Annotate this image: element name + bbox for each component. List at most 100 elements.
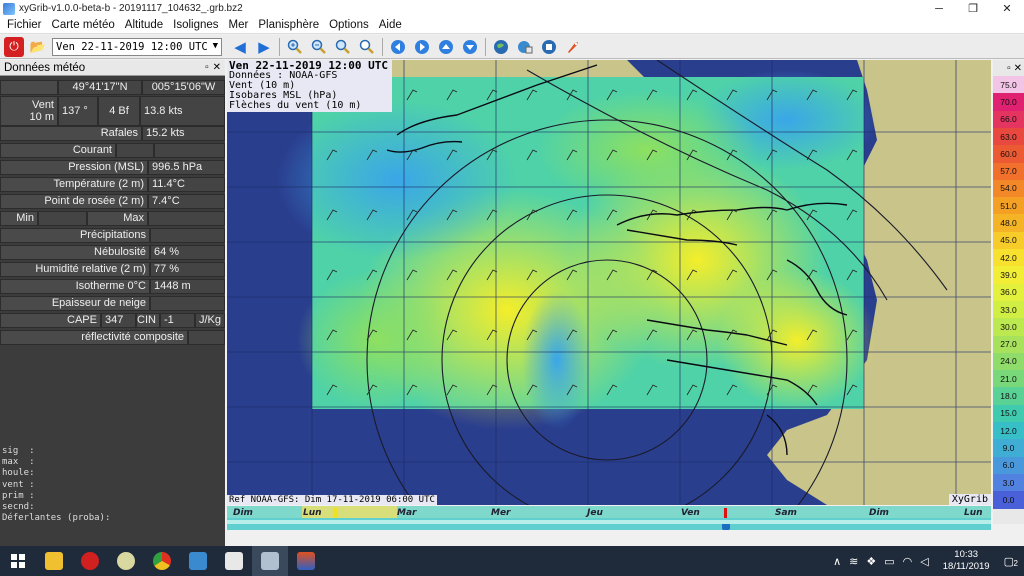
pressure-row: Pression (MSL) 996.5 hPa — [0, 159, 225, 175]
app-icon — [3, 2, 15, 15]
color-scale-panel: ▫ ✕ 75.0 70.0 66.0 63.0 60.0 57.0 54.0 51.0 48.0… — [993, 60, 1024, 524]
color-scale-swatch: 6.0 — [993, 456, 1024, 474]
color-scale-header: ▫ ✕ — [993, 60, 1024, 76]
app-blue-icon[interactable] — [180, 546, 216, 576]
max-value — [148, 210, 225, 226]
current-row: Courant — [0, 142, 225, 158]
notepad-icon[interactable] — [216, 546, 252, 576]
current-value-2 — [154, 142, 225, 158]
maximize-button[interactable]: ❐ — [956, 0, 990, 17]
pan-left-icon[interactable] — [388, 37, 408, 57]
menu-carte-meteo[interactable]: Carte météo — [47, 19, 120, 31]
next-icon[interactable]: ▶ — [254, 37, 274, 57]
battery-icon[interactable]: ▭ — [880, 555, 898, 568]
color-scale-close-button[interactable]: ✕ — [1014, 63, 1022, 74]
date-select[interactable]: Ven 22-11-2019 12:00 UTC ▼ — [52, 37, 222, 56]
tray-expand-button[interactable]: ∧ — [829, 555, 845, 568]
wifi-icon[interactable]: ◠ — [899, 555, 917, 568]
pan-right-icon[interactable] — [412, 37, 432, 57]
isotherm-row: Isotherme 0°C 1448 m — [0, 278, 225, 294]
gust-row: Rafales 15.2 kts — [0, 125, 225, 141]
isotherm-label: Isotherme 0°C — [0, 278, 150, 294]
panel-header: Données météo ▫ ✕ — [0, 60, 225, 76]
wind-label: Vent 10 m — [0, 96, 58, 126]
map-canvas[interactable] — [227, 60, 991, 505]
chrome-icon[interactable] — [144, 546, 180, 576]
wind-field-blob — [717, 270, 877, 410]
download-icon[interactable] — [515, 37, 535, 57]
color-scale-float-button[interactable]: ▫ — [1007, 63, 1011, 74]
pressure-label: Pression (MSL) — [0, 159, 148, 175]
weather-map[interactable]: Ven 22-11-2019 12:00 UTC Données : NOAA-… — [227, 60, 991, 505]
menu-altitude[interactable]: Altitude — [120, 19, 168, 31]
time-slider[interactable]: Dim Lun Mar Mer Jeu Ven Sam Dim Lun — [227, 506, 991, 530]
clock-app-icon[interactable] — [108, 546, 144, 576]
zoom-all-icon[interactable] — [357, 37, 377, 57]
windows-taskbar: ∧ ≋ ❖ ▭ ◠ ◁ 10:33 18/11/2019 ▢ 2 — [0, 546, 1024, 576]
dewpoint-label: Point de rosée (2 m) — [0, 193, 148, 209]
weather-data-panel: Données météo ▫ ✕ 49°41'17"N 005°15'06"W… — [0, 60, 225, 546]
timeline-day: Jeu — [587, 508, 603, 518]
clock[interactable]: 10:33 18/11/2019 — [933, 549, 1000, 573]
menu-options[interactable]: Options — [324, 19, 374, 31]
color-scale-swatch: 63.0 — [993, 127, 1024, 146]
precipitation-row: Précipitations — [0, 227, 225, 243]
timeline-ref-marker — [334, 508, 337, 518]
reference-run-label: Ref NOAA-GFS: Dim 17-11-2019 06:00 UTC — [227, 495, 437, 505]
snow-value — [150, 295, 225, 311]
color-scale-swatch: 0.0 — [993, 491, 1024, 509]
menu-aide[interactable]: Aide — [374, 19, 407, 31]
timeline-day: Sam — [775, 508, 797, 518]
zoom-in-icon[interactable] — [285, 37, 305, 57]
power-icon[interactable]: ⏻ — [4, 36, 24, 57]
menu-fichier[interactable]: Fichier — [2, 19, 47, 31]
menu-mer[interactable]: Mer — [224, 19, 254, 31]
dropbox-icon[interactable]: ❖ — [862, 555, 880, 568]
server-icon[interactable] — [539, 37, 559, 57]
panel-close-button[interactable]: ✕ — [213, 62, 221, 73]
minimize-button[interactable]: ─ — [922, 0, 956, 17]
pressure-value: 996.5 hPa — [148, 159, 225, 175]
close-button[interactable]: ✕ — [990, 0, 1024, 17]
xygrib-task-icon[interactable] — [252, 546, 288, 576]
menu-planisphere[interactable]: Planisphère — [253, 19, 324, 31]
wave-info-text: sig : max : houle: vent : prim : secnd: … — [2, 446, 111, 524]
open-folder-icon[interactable]: 📂 — [28, 37, 48, 57]
menu-bar: Fichier Carte météo Altitude Isolignes M… — [0, 17, 1024, 34]
empty-cell — [0, 79, 58, 95]
precipitation-label: Précipitations — [0, 227, 150, 243]
cape-unit: J/Kg — [195, 312, 225, 328]
globe-icon[interactable] — [491, 37, 511, 57]
media-app-icon[interactable] — [288, 546, 324, 576]
cape-row: CAPE 347 CIN -1 J/Kg — [0, 312, 225, 328]
zoom-out-icon[interactable] — [309, 37, 329, 57]
prev-icon[interactable]: ◀ — [230, 37, 250, 57]
volume-icon[interactable]: ◁ — [916, 555, 932, 568]
coords-row: 49°41'17"N 005°15'06"W — [0, 79, 225, 95]
panel-float-button[interactable]: ▫ — [205, 62, 209, 73]
rocket-icon[interactable] — [563, 37, 583, 57]
windows-start-icon[interactable] — [0, 546, 36, 576]
color-scale-swatch: 3.0 — [993, 473, 1024, 492]
toolbar-separator — [485, 37, 486, 56]
menu-isolignes[interactable]: Isolignes — [168, 19, 223, 31]
color-scale-swatch: 27.0 — [993, 335, 1024, 353]
network-icon[interactable]: ≋ — [845, 555, 862, 568]
heart-app-icon[interactable] — [72, 546, 108, 576]
zoom-fit-icon[interactable] — [333, 37, 353, 57]
dewpoint-row: Point de rosée (2 m) 7.4°C — [0, 193, 225, 209]
color-scale-swatch: 30.0 — [993, 318, 1024, 336]
gust-value: 15.2 kts — [142, 125, 225, 141]
color-scale-swatch: 12.0 — [993, 422, 1024, 440]
file-explorer-icon[interactable] — [36, 546, 72, 576]
wind-speed-value: 13.8 kts — [140, 96, 225, 126]
humidity-label: Humidité relative (2 m) — [0, 261, 150, 277]
humidity-value: 77 % — [150, 261, 225, 277]
humidity-row: Humidité relative (2 m) 77 % — [0, 261, 225, 277]
pan-up-icon[interactable] — [436, 37, 456, 57]
pan-down-icon[interactable] — [460, 37, 480, 57]
timeline-day: Mer — [491, 508, 511, 518]
wind-direction-value: 137 ° — [58, 96, 98, 126]
toolbar: ⏻ 📂 Ven 22-11-2019 12:00 UTC ▼ ◀ ▶ — [0, 35, 1024, 59]
notification-icon[interactable]: ▢ 2 — [1000, 555, 1024, 568]
